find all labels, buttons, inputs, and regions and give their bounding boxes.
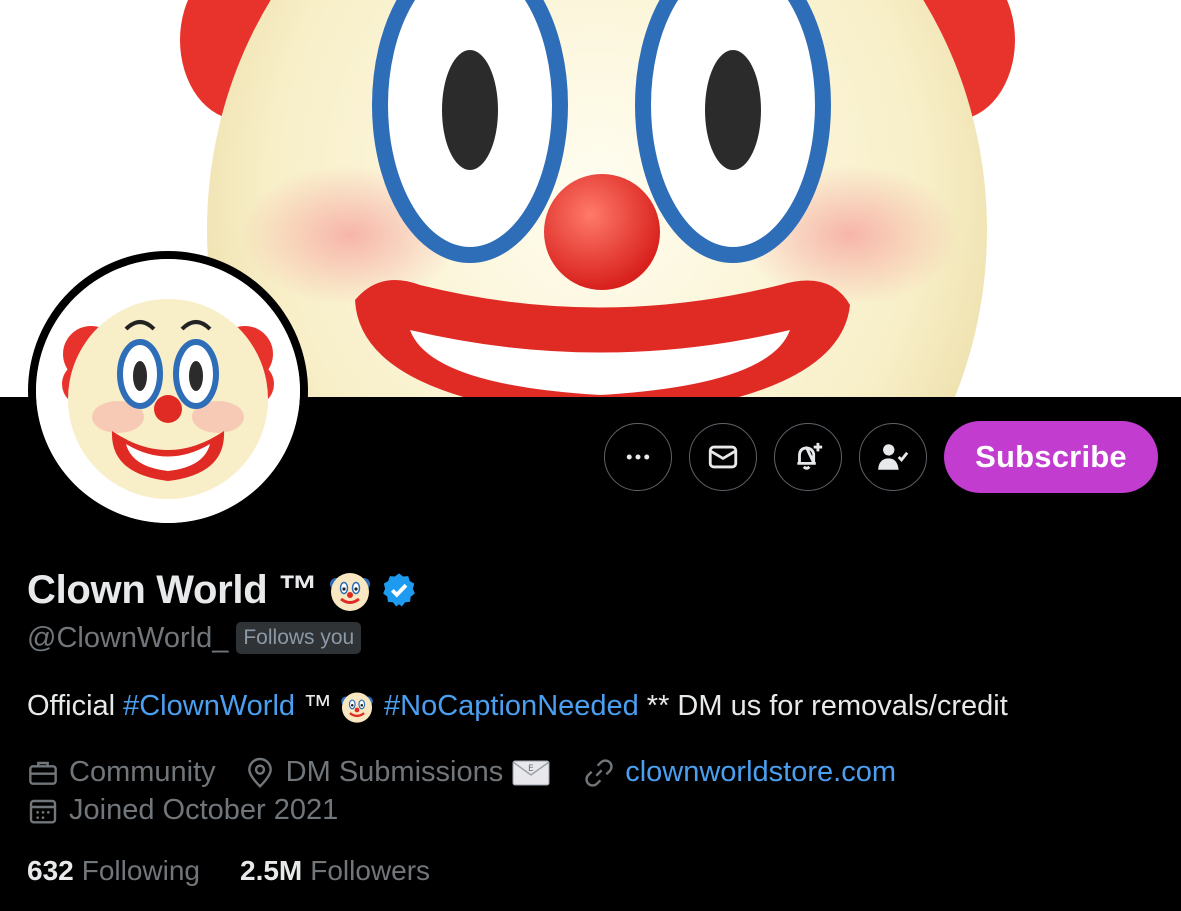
bell-plus-icon (797, 442, 823, 470)
bio-tm: ™ (303, 689, 333, 722)
subscribe-button[interactable]: Subscribe (944, 421, 1158, 493)
joined-label: Joined October 2021 (69, 794, 339, 826)
website-link[interactable]: clownworldstore.com (625, 756, 896, 789)
hashtag-nocaptionneeded[interactable]: #NoCaptionNeeded (384, 690, 639, 723)
profile-bio: Official #ClownWorld ™ #NoCaptionNeeded … (27, 687, 1008, 725)
following-button[interactable] (859, 423, 927, 491)
display-name: Clown World ™ (27, 567, 318, 612)
person-check-icon (878, 444, 909, 470)
envelope-icon (708, 445, 738, 469)
category-label: Community (69, 756, 216, 788)
following-stat[interactable]: 632 Following (27, 855, 200, 887)
meta-category: Community (27, 756, 216, 789)
profile-joined-row: Joined October 2021 (27, 794, 338, 827)
display-name-row: Clown World ™ (27, 565, 418, 615)
followers-label: Followers (310, 855, 431, 886)
clown-face-icon (36, 259, 300, 523)
location-label: DM Submissions (285, 756, 504, 788)
meta-location: DM Submissions E (244, 756, 552, 789)
more-icon (626, 454, 650, 460)
link-icon (585, 758, 613, 787)
meta-joined: Joined October 2021 (27, 794, 338, 827)
hashtag-clownworld[interactable]: #ClownWorld (123, 690, 295, 723)
briefcase-icon (29, 761, 57, 785)
followers-stat[interactable]: 2.5M Followers (240, 855, 430, 887)
handle-row: @ClownWorld_ Follows you (27, 619, 362, 657)
following-count: 632 (27, 855, 74, 886)
more-options-button[interactable] (604, 423, 672, 491)
clown-emoji-icon (329, 573, 370, 611)
meta-website: clownworldstore.com (583, 756, 896, 789)
location-pin-icon (247, 757, 272, 788)
notifications-button[interactable] (774, 423, 842, 491)
follows-you-badge: Follows you (236, 622, 362, 654)
svg-text:E: E (528, 764, 534, 774)
clown-emoji-icon (341, 692, 373, 723)
message-button[interactable] (689, 423, 757, 491)
user-handle: @ClownWorld_ (27, 621, 229, 654)
profile-actions: Subscribe (604, 421, 1158, 493)
followers-count: 2.5M (240, 855, 303, 886)
bio-suffix: ** DM us for removals/credit (646, 689, 1008, 722)
following-label: Following (81, 855, 200, 886)
envelope-emoji-icon: E (512, 760, 550, 785)
calendar-icon (29, 799, 57, 824)
profile-avatar[interactable] (28, 251, 308, 531)
profile-meta-row: Community DM Submissions E clownworldsto… (27, 756, 896, 789)
follow-stats: 632 Following 2.5M Followers (27, 855, 430, 887)
bio-prefix: Official (27, 689, 116, 722)
verified-badge-icon[interactable] (380, 571, 418, 609)
